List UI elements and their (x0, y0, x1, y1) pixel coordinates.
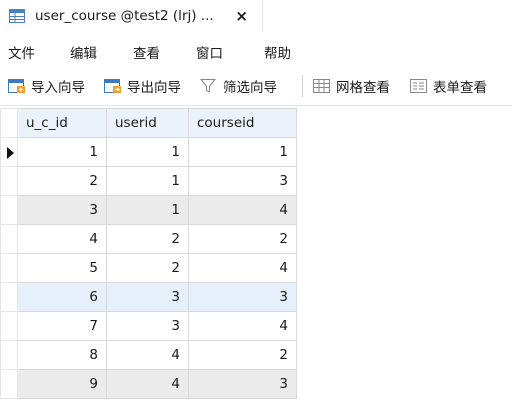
cell-courseid[interactable]: 2 (188, 340, 297, 370)
row-header[interactable] (0, 166, 18, 196)
cell-userid[interactable]: 4 (106, 340, 189, 370)
cell-u_c_id[interactable]: 2 (17, 166, 107, 196)
import-wizard-button[interactable]: 导入向导 (8, 76, 85, 96)
cell-userid[interactable]: 4 (106, 369, 189, 399)
table-row[interactable]: 842 (0, 340, 297, 370)
column-header-u_c_id[interactable]: u_c_id (17, 108, 107, 138)
cell-userid[interactable]: 3 (106, 311, 189, 341)
toolbar-separator (302, 75, 303, 97)
tab-title: user_course @test2 (lrj) ... (35, 8, 214, 24)
cell-u_c_id[interactable]: 6 (17, 282, 107, 312)
table-row[interactable]: 314 (0, 195, 297, 225)
table-row[interactable]: 422 (0, 224, 297, 254)
cell-u_c_id[interactable]: 5 (17, 253, 107, 283)
cell-userid[interactable]: 3 (106, 282, 189, 312)
table-row[interactable]: 633 (0, 282, 297, 312)
cell-courseid[interactable]: 3 (188, 369, 297, 399)
column-header-userid[interactable]: userid (106, 108, 189, 138)
export-icon (104, 79, 121, 93)
data-grid: u_c_id userid courseid 11121331442252463… (0, 108, 297, 399)
row-header[interactable] (0, 340, 18, 370)
filter-wizard-label: 筛选向导 (223, 80, 277, 96)
table-row[interactable]: 943 (0, 369, 297, 399)
row-header[interactable] (0, 311, 18, 341)
current-row-indicator-icon (7, 147, 14, 159)
tab-user-course[interactable]: user_course @test2 (lrj) ... × (0, 0, 263, 32)
tab-strip: user_course @test2 (lrj) ... × (0, 0, 512, 34)
export-wizard-label: 导出向导 (127, 80, 181, 96)
cell-courseid[interactable]: 3 (188, 282, 297, 312)
column-header-courseid[interactable]: courseid (188, 108, 297, 138)
table-row[interactable]: 524 (0, 253, 297, 283)
cell-u_c_id[interactable]: 3 (17, 195, 107, 225)
cell-userid[interactable]: 1 (106, 137, 189, 167)
cell-userid[interactable]: 1 (106, 166, 189, 196)
row-header[interactable] (0, 137, 18, 167)
menu-file[interactable]: 文件 (8, 42, 35, 62)
menu-edit[interactable]: 编辑 (70, 42, 97, 62)
cell-courseid[interactable]: 4 (188, 195, 297, 225)
cell-courseid[interactable]: 3 (188, 166, 297, 196)
form-view-label: 表单查看 (433, 80, 487, 96)
table-row[interactable]: 734 (0, 311, 297, 341)
menu-window[interactable]: 窗口 (196, 42, 223, 62)
cell-u_c_id[interactable]: 8 (17, 340, 107, 370)
table-icon (9, 9, 25, 23)
cell-userid[interactable]: 1 (106, 195, 189, 225)
table-row[interactable]: 111 (0, 137, 297, 167)
menu-bar: 文件 编辑 查看 窗口 帮助 (0, 33, 512, 65)
cell-courseid[interactable]: 2 (188, 224, 297, 254)
toolbar: 导入向导 导出向导 筛选向导 网格查看 表单查看 (0, 65, 512, 106)
cell-userid[interactable]: 2 (106, 253, 189, 283)
row-header[interactable] (0, 369, 18, 399)
grid-view-label: 网格查看 (336, 80, 390, 96)
filter-icon (200, 79, 217, 93)
cell-u_c_id[interactable]: 1 (17, 137, 107, 167)
form-view-button[interactable]: 表单查看 (410, 76, 487, 96)
filter-wizard-button[interactable]: 筛选向导 (200, 76, 277, 96)
row-header[interactable] (0, 224, 18, 254)
close-icon[interactable]: × (235, 7, 248, 25)
row-header[interactable] (0, 253, 18, 283)
export-wizard-button[interactable]: 导出向导 (104, 76, 181, 96)
header-row: u_c_id userid courseid (0, 108, 297, 138)
row-header[interactable] (0, 195, 18, 225)
cell-courseid[interactable]: 4 (188, 253, 297, 283)
cell-courseid[interactable]: 4 (188, 311, 297, 341)
import-wizard-label: 导入向导 (31, 80, 85, 96)
import-icon (8, 79, 25, 93)
menu-view[interactable]: 查看 (133, 42, 160, 62)
menu-help[interactable]: 帮助 (264, 42, 291, 62)
grid-body: 111213314422524633734842943 (0, 137, 297, 399)
cell-u_c_id[interactable]: 4 (17, 224, 107, 254)
grid-icon (313, 79, 330, 93)
grid-view-button[interactable]: 网格查看 (313, 76, 390, 96)
row-header[interactable] (0, 282, 18, 312)
row-header-corner (0, 108, 18, 138)
cell-courseid[interactable]: 1 (188, 137, 297, 167)
cell-u_c_id[interactable]: 7 (17, 311, 107, 341)
table-row[interactable]: 213 (0, 166, 297, 196)
cell-userid[interactable]: 2 (106, 224, 189, 254)
form-icon (410, 79, 427, 93)
cell-u_c_id[interactable]: 9 (17, 369, 107, 399)
